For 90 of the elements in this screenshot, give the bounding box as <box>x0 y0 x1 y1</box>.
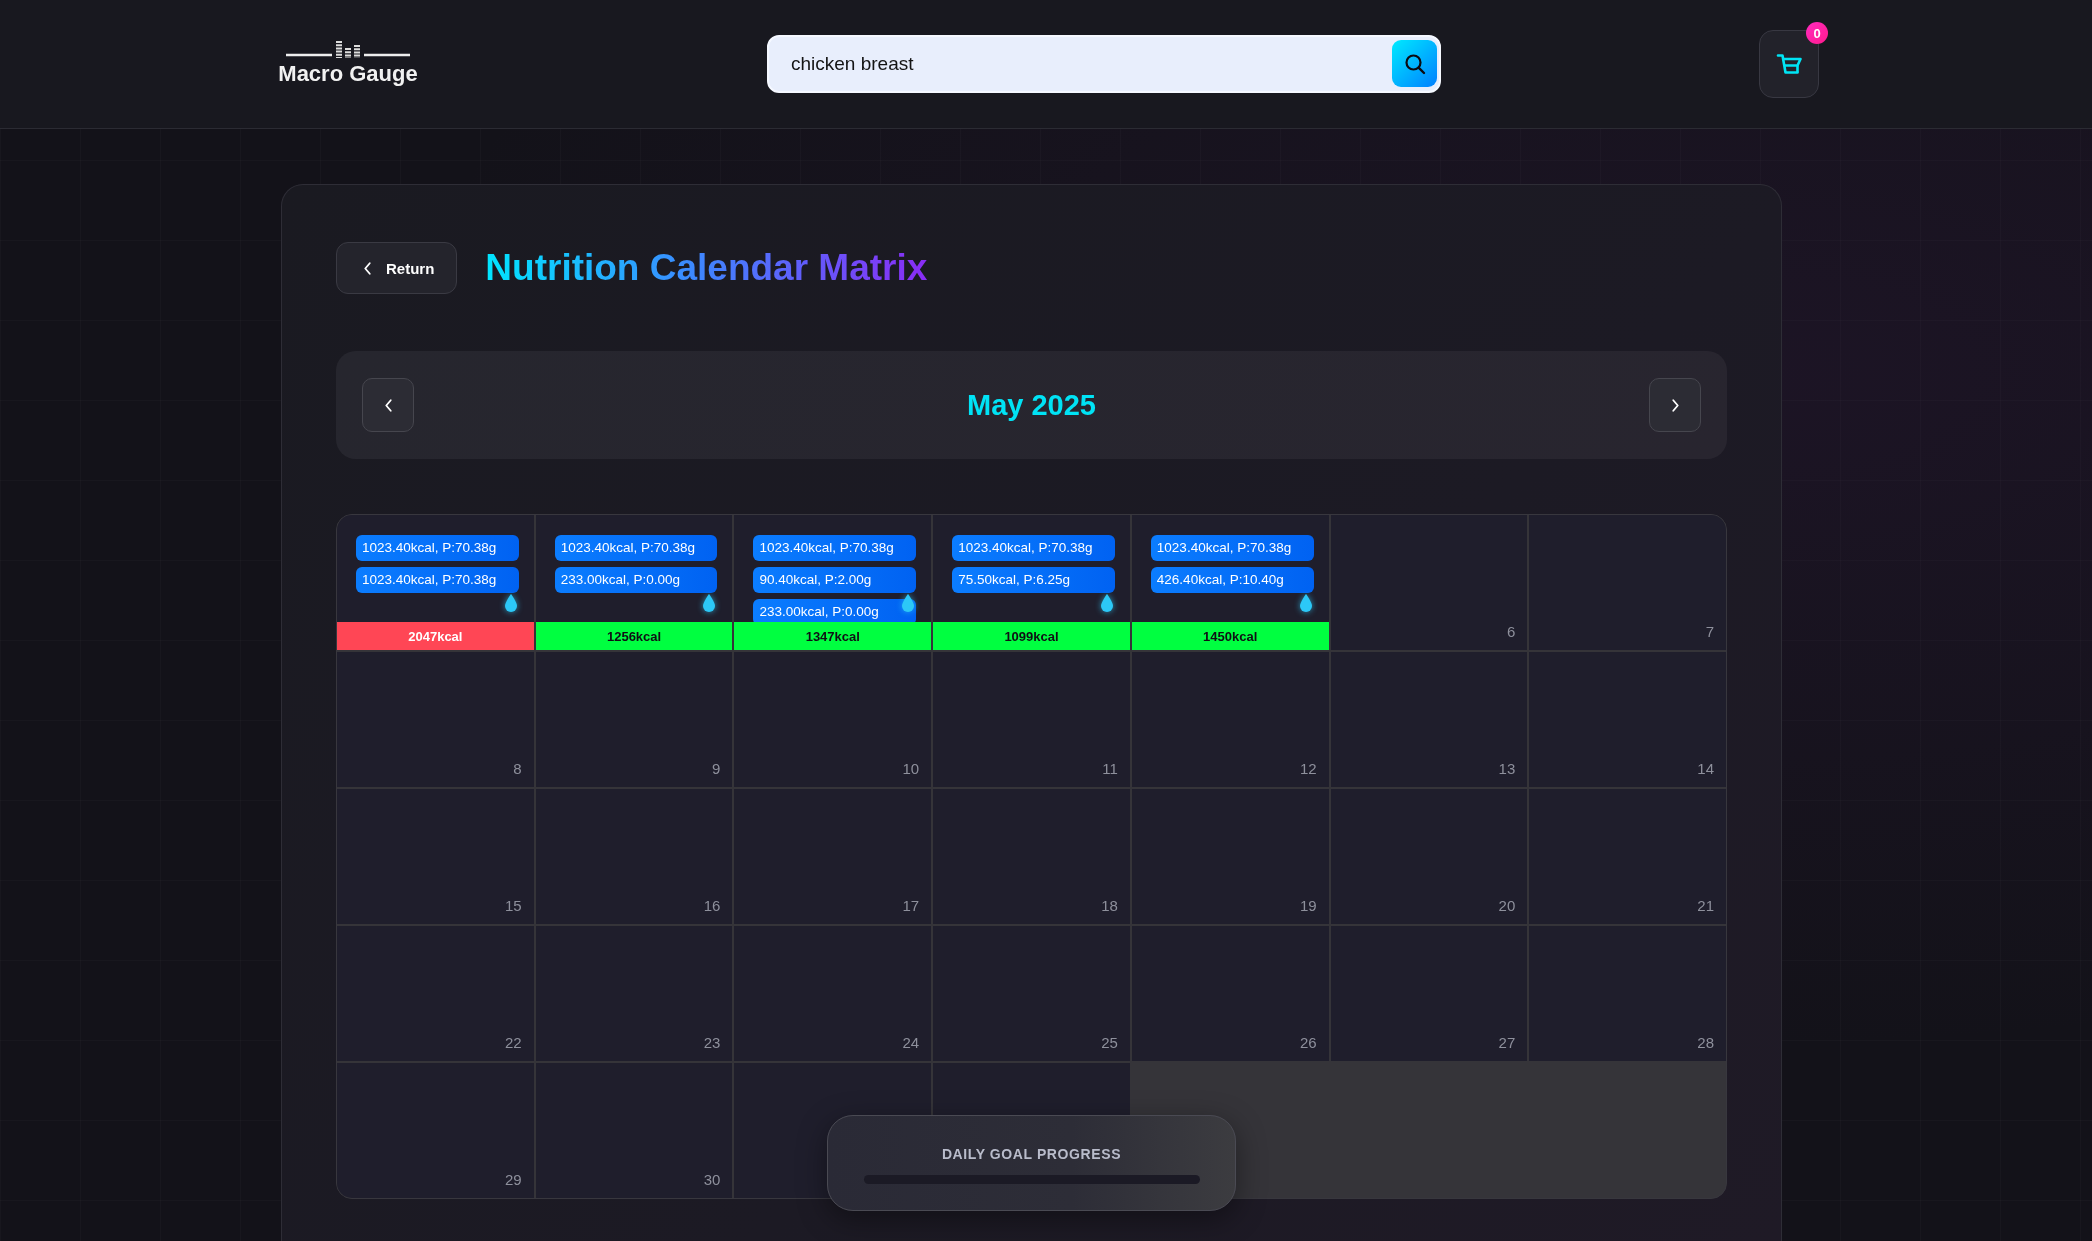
day-number: 13 <box>1498 760 1516 777</box>
calorie-total-bar: 1099kcal <box>933 622 1130 650</box>
day-number: 24 <box>902 1034 920 1051</box>
meal-entry-tag: 1023.40kcal, P:70.38g <box>356 567 519 593</box>
cart-button[interactable] <box>1759 30 1819 98</box>
day-cell[interactable]: 19 <box>1131 789 1329 924</box>
day-cell[interactable]: 27 <box>1330 926 1528 1061</box>
day-cell[interactable]: 6 <box>1330 515 1528 650</box>
chevron-left-icon <box>383 397 393 413</box>
day-cell[interactable]: 11 <box>933 652 1130 787</box>
return-button[interactable]: Return <box>336 242 458 294</box>
meal-entry-tag: 1023.40kcal, P:70.38g <box>1150 535 1314 561</box>
search-icon <box>1403 52 1426 75</box>
day-number: 30 <box>703 1171 721 1188</box>
day-number: 9 <box>712 760 721 777</box>
day-number: 16 <box>703 897 721 914</box>
day-cell[interactable]: 8 <box>337 652 534 787</box>
day-number: 23 <box>703 1034 721 1051</box>
day-cell[interactable]: 16 <box>535 789 733 924</box>
day-cell[interactable]: 1023.40kcal, P:70.38g 75.50kcal, P:6.25g 1099kcal <box>933 515 1130 650</box>
calorie-total-bar: 1347kcal <box>734 622 932 650</box>
month-title: May 2025 <box>967 388 1096 422</box>
cart-count-badge: 0 <box>1806 22 1828 44</box>
day-number: 20 <box>1498 897 1516 914</box>
day-number: 7 <box>1705 623 1714 640</box>
day-cell[interactable]: 21 <box>1529 789 1726 924</box>
day-cell[interactable]: 29 <box>337 1063 534 1198</box>
day-cell[interactable]: 30 <box>535 1063 733 1198</box>
day-cell[interactable]: 9 <box>535 652 733 787</box>
day-cell[interactable]: 22 <box>337 926 534 1061</box>
day-number: 6 <box>1506 623 1516 640</box>
day-number: 27 <box>1498 1034 1516 1051</box>
day-cell[interactable]: 1023.40kcal, P:70.38g 90.40kcal, P:2.00g 233.00kcal, P:0.00g 1347kcal <box>734 515 932 650</box>
meal-entry-tag: 1023.40kcal, P:70.38g <box>952 535 1115 561</box>
day-number: 25 <box>1101 1034 1118 1051</box>
day-number: 28 <box>1697 1034 1714 1051</box>
day-cell[interactable]: 18 <box>933 789 1130 924</box>
meal-entry-tag: 1023.40kcal, P:70.38g <box>554 535 718 561</box>
day-number: 15 <box>505 897 522 914</box>
meal-entry-tag: 90.40kcal, P:2.00g <box>753 567 917 593</box>
day-cell[interactable]: 15 <box>337 789 534 924</box>
chevron-right-icon <box>1670 397 1680 413</box>
day-number: 14 <box>1697 760 1714 777</box>
day-cell[interactable]: 13 <box>1330 652 1528 787</box>
day-number: 8 <box>513 760 522 777</box>
day-number: 18 <box>1101 897 1118 914</box>
water-drop-icon <box>504 594 517 612</box>
day-number: 22 <box>505 1034 522 1051</box>
day-cell[interactable]: 23 <box>535 926 733 1061</box>
meal-entry-tag: 75.50kcal, P:6.25g <box>952 567 1115 593</box>
day-cell[interactable]: 14 <box>1529 652 1726 787</box>
meal-entry-tag: 1023.40kcal, P:70.38g <box>753 535 917 561</box>
progress-label: DAILY GOAL PROGRESS <box>941 1146 1122 1163</box>
search-button[interactable] <box>1392 40 1437 87</box>
chevron-left-icon <box>363 260 372 276</box>
logo-text: Macro Gauge <box>278 60 418 87</box>
water-drop-icon <box>902 594 915 612</box>
logo-bars-icon <box>286 39 410 58</box>
meal-entry-tag: 426.40kcal, P:10.40g <box>1150 567 1314 593</box>
calorie-total-bar: 1450kcal <box>1131 622 1329 650</box>
water-drop-icon <box>1299 594 1312 612</box>
day-cell[interactable]: 28 <box>1529 926 1726 1061</box>
day-cell[interactable]: 25 <box>933 926 1130 1061</box>
day-cell[interactable]: 7 <box>1529 515 1726 650</box>
meal-entry-tag: 233.00kcal, P:0.00g <box>554 567 718 593</box>
day-number: 26 <box>1299 1034 1317 1051</box>
day-cell[interactable]: 1023.40kcal, P:70.38g 1023.40kcal, P:70.38g 2047kcal <box>337 515 534 650</box>
day-cell[interactable]: 17 <box>734 789 932 924</box>
water-drop-icon <box>1100 594 1113 612</box>
day-cell[interactable]: 10 <box>734 652 932 787</box>
day-number: 17 <box>902 897 920 914</box>
day-number: 12 <box>1299 760 1317 777</box>
water-drop-icon <box>703 594 716 612</box>
day-number: 10 <box>902 760 920 777</box>
meal-entry-tag: 1023.40kcal, P:70.38g <box>356 535 519 561</box>
calorie-total-bar: 1256kcal <box>535 622 733 650</box>
day-number: 11 <box>1102 760 1118 777</box>
day-cell[interactable]: 26 <box>1131 926 1329 1061</box>
day-cell[interactable]: 1023.40kcal, P:70.38g 233.00kcal, P:0.00g 1256kcal <box>535 515 733 650</box>
day-number: 19 <box>1299 897 1317 914</box>
day-cell[interactable]: 1023.40kcal, P:70.38g 426.40kcal, P:10.40g 1450kcal <box>1131 515 1329 650</box>
day-cell[interactable]: 12 <box>1131 652 1329 787</box>
meal-entry-tag: 233.00kcal, P:0.00g <box>753 599 917 622</box>
search-field[interactable]: chicken breast <box>767 35 1441 93</box>
day-number: 21 <box>1697 897 1714 914</box>
cart-icon <box>1775 53 1803 75</box>
day-cell[interactable]: 24 <box>734 926 932 1061</box>
calorie-total-bar: 2047kcal <box>337 622 534 650</box>
day-cell[interactable]: 20 <box>1330 789 1528 924</box>
day-number: 29 <box>505 1171 522 1188</box>
